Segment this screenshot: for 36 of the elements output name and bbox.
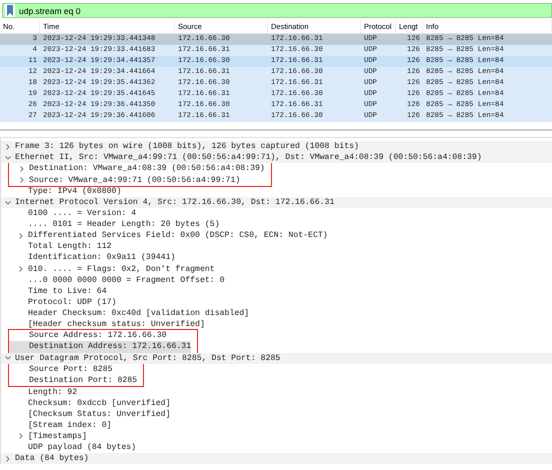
chevron-right-icon[interactable]	[5, 142, 11, 151]
detail-line[interactable]: UDP payload (84 bytes)	[28, 443, 136, 452]
detail-line[interactable]: Time to Live: 64	[28, 286, 107, 296]
detail-line[interactable]: [Header checksum status: Unverified]	[28, 320, 205, 330]
detail-line[interactable]: Source: VMware_a4:99:71 (00:50:56:a4:99:71)	[29, 176, 240, 185]
chevron-right-icon[interactable]	[18, 432, 24, 440]
detail-line[interactable]: ...0 0000 0000 0000 = Fragment Offset: 0	[28, 276, 225, 285]
chevron-right-icon[interactable]	[5, 454, 11, 463]
detail-line[interactable]: Identification: 0x9a11 (39441)	[28, 253, 176, 262]
detail-line[interactable]: Header Checksum: 0xc40d [validation disabled]	[28, 308, 250, 318]
detail-line[interactable]: Destination: VMware_a4:08:39 (00:50:56:a4:08:39)	[29, 164, 265, 174]
bookmark-icon[interactable]	[5, 4, 15, 17]
detail-line[interactable]: [Timestamps]	[28, 432, 87, 441]
detail-line[interactable]: Checksum: 0xdccb [unverified]	[28, 398, 170, 408]
detail-line[interactable]: Data (84 bytes)	[15, 454, 89, 464]
detail-line[interactable]: 010. .... = Flags: 0x2, Don't fragment	[28, 264, 215, 274]
chevron-down-icon[interactable]	[5, 154, 11, 162]
detail-line[interactable]: 0100 .... = Version: 4	[28, 209, 136, 218]
detail-line[interactable]: [Checksum Status: Unverified]	[28, 410, 170, 419]
detail-line[interactable]: Length: 92	[28, 388, 78, 397]
chevron-down-icon[interactable]	[5, 354, 11, 362]
detail-line[interactable]: [Stream index: 0]	[28, 420, 112, 430]
detail-line[interactable]: .... 0101 = Header Length: 20 bytes (5)	[28, 220, 220, 230]
detail-line[interactable]: Total Length: 112	[28, 242, 112, 252]
chevron-right-icon[interactable]	[19, 164, 25, 173]
detail-line[interactable]: Differentiated Services Field: 0x00 (DSCP: CS0, ECN: Not-ECT)	[28, 231, 328, 240]
detail-line[interactable]: Protocol: UDP (17)	[28, 298, 116, 307]
chevron-down-icon[interactable]	[5, 198, 11, 207]
chevron-right-icon[interactable]	[19, 176, 25, 184]
detail-line[interactable]: Source Address: 172.16.66.30	[29, 331, 167, 340]
chevron-right-icon[interactable]	[18, 265, 24, 274]
detail-line[interactable]: Destination Port: 8285	[29, 376, 138, 386]
display-filter-field[interactable]: udp.stream eq 0	[2, 3, 552, 18]
detail-line[interactable]: Type: IPv4 (0x0800)	[28, 186, 122, 196]
chevron-right-icon[interactable]	[18, 232, 24, 240]
detail-line[interactable]: Source Port: 8285	[29, 365, 113, 374]
